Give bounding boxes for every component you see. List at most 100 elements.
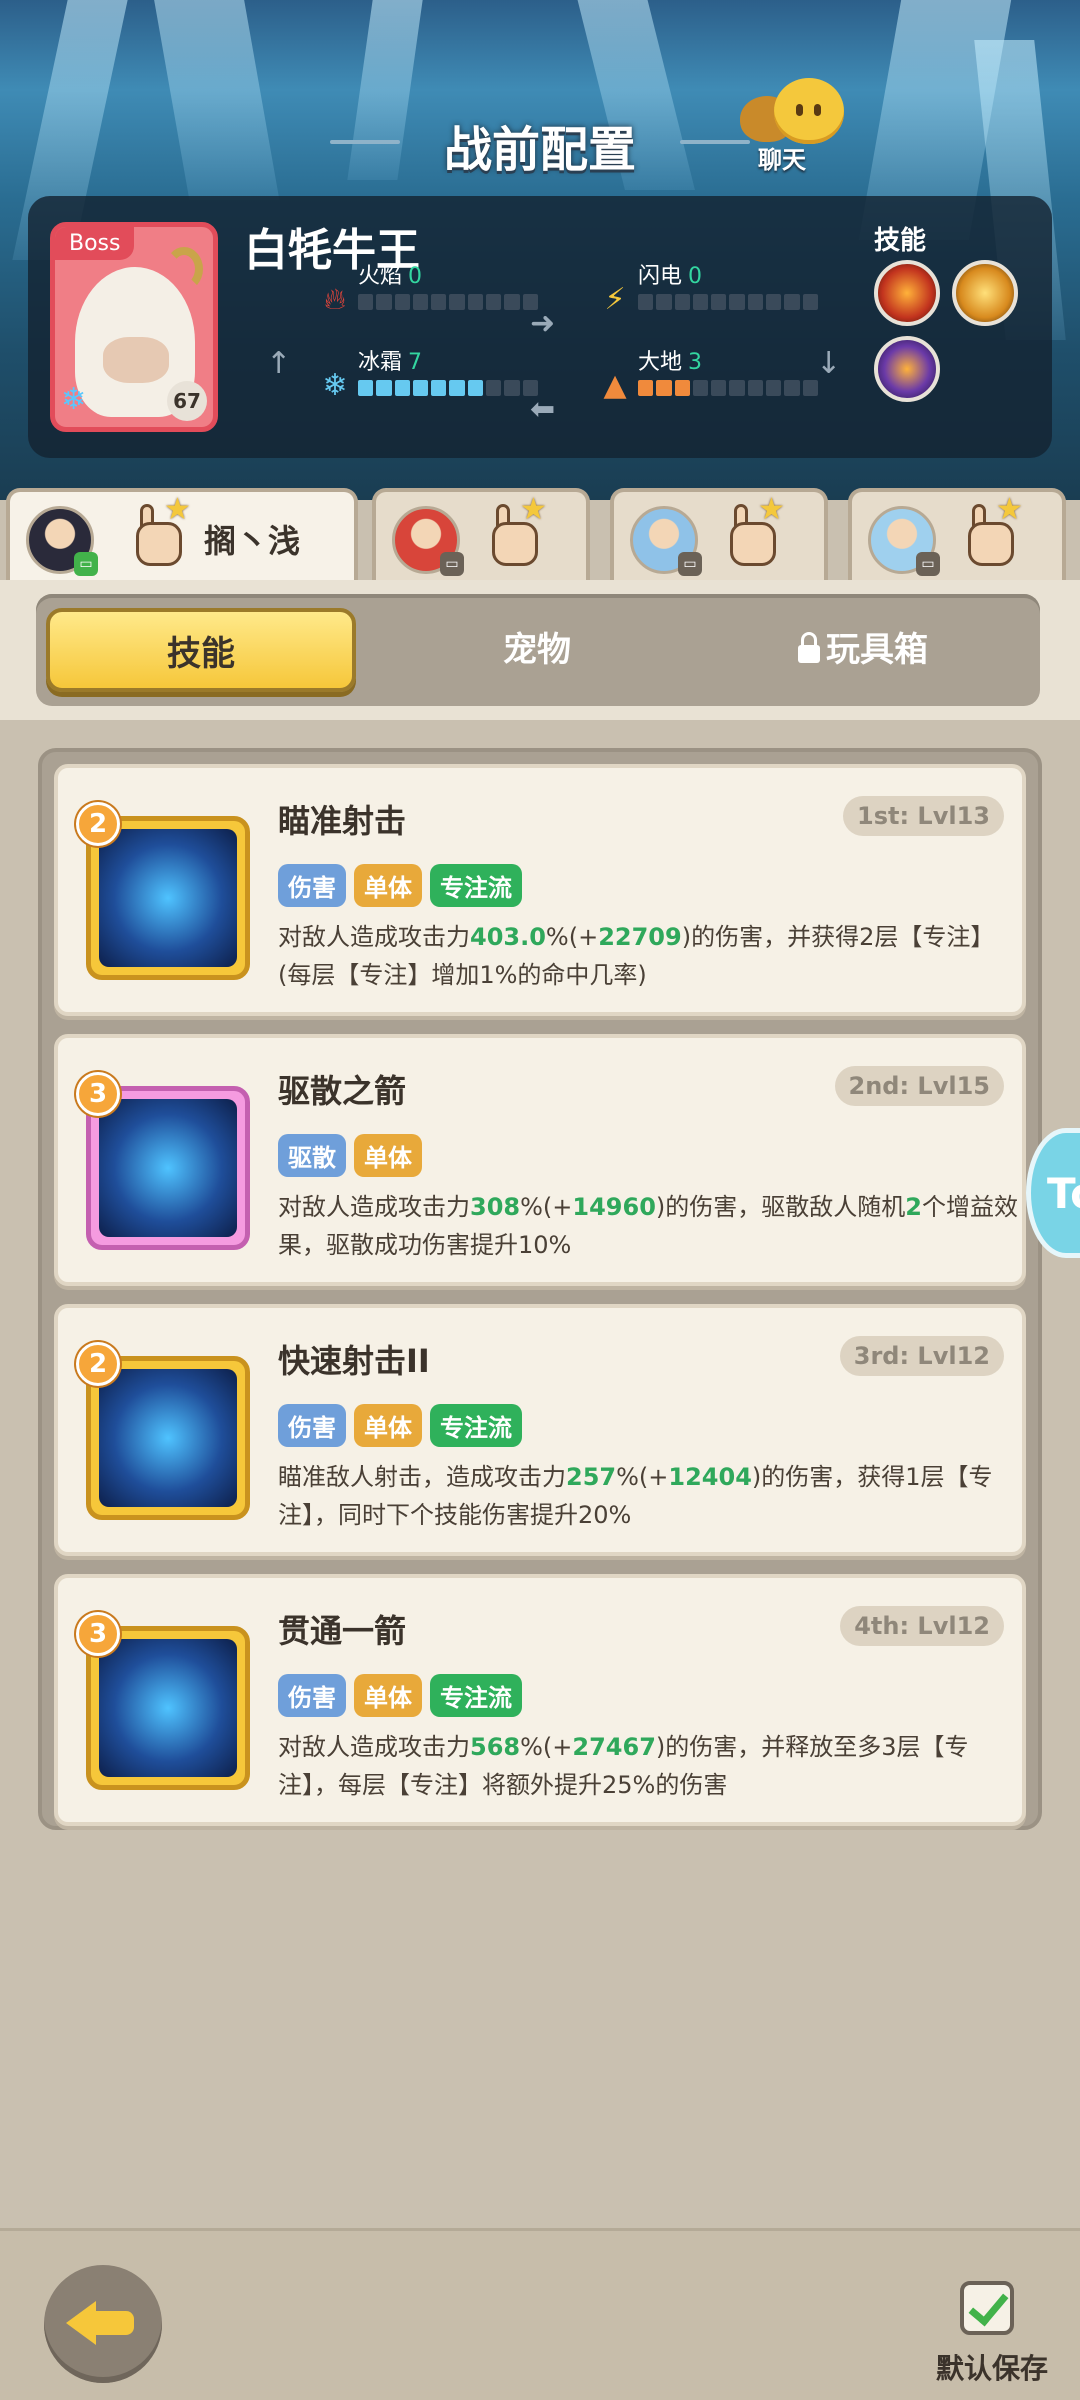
boss-face	[103, 337, 169, 383]
stat-bar-segment	[467, 294, 484, 310]
stat-bar-segment	[729, 294, 745, 310]
skill-card[interactable]: 2 快速射击II 3rd: Lvl12 伤害 单体 专注流 瞄准敌人射击，造成攻击力257%…	[54, 1304, 1026, 1556]
stat-bar-segment	[692, 380, 709, 396]
skill-tag: 单体	[354, 864, 422, 907]
skill-description-part: 14960	[572, 1193, 656, 1221]
skill-name: 瞄准射击	[278, 802, 407, 840]
skill-description-part: %(+	[520, 1193, 573, 1221]
skill-description-part: %(+	[520, 1733, 573, 1761]
boss-skill-shadow-icon[interactable]	[874, 336, 940, 402]
stat-bar-segment	[449, 380, 465, 396]
earth-icon: ▲	[603, 368, 627, 403]
skill-tag: 单体	[354, 1404, 422, 1447]
skill-art	[99, 1099, 237, 1237]
hand-star-icon: ★	[724, 492, 785, 568]
skill-tag: 专注流	[430, 1404, 522, 1447]
back-button[interactable]	[44, 2265, 162, 2383]
skill-card[interactable]: 3 驱散之箭 2nd: Lvl15 驱散 单体 对敌人造成攻击力308%(+14960)的…	[54, 1034, 1026, 1286]
stat-bar-segment	[486, 380, 502, 396]
hand-star-icon: ★	[962, 492, 1023, 568]
battle-scene-background: 战前配置 聊天 Boss ❄ 67 白牦牛王 🔥︎ 火焰 0 ⚡︎ 闪电 0 ❄…	[0, 0, 1080, 500]
hero-badge-icon: ▭	[74, 552, 98, 576]
hero-tab-2[interactable]: ▭ ★	[372, 488, 590, 584]
stat-bar-segment	[412, 380, 429, 396]
stat-bar-segment	[449, 294, 465, 310]
swap-arrow-icon: ⬅	[530, 392, 556, 427]
boss-info-panel: Boss ❄ 67 白牦牛王 🔥︎ 火焰 0 ⚡︎ 闪电 0 ❄ 冰霜 7 ▲ 大地 3	[28, 196, 1052, 458]
side-handle-label: To	[1047, 1169, 1080, 1218]
stat-value: 0	[688, 264, 703, 289]
stat-bar-segment	[504, 380, 520, 396]
skill-description-part: 瞄准敌人射击，造成攻击力	[278, 1463, 566, 1491]
skill-level-badge: 2nd: Lvl15	[834, 1066, 1004, 1106]
skill-tags: 伤害 单体 专注流	[278, 1404, 522, 1447]
skill-tag: 专注流	[430, 864, 522, 907]
stat-label: 火焰 0	[358, 264, 423, 289]
page-title: 战前配置	[443, 122, 636, 178]
stat-bar-segment	[784, 380, 800, 396]
stat-bar-segment	[376, 380, 392, 396]
skill-description-part: 403.0	[470, 923, 546, 951]
skill-art	[99, 1369, 237, 1507]
default-save-checkbox[interactable]	[960, 2281, 1014, 2335]
skill-art	[99, 1639, 237, 1777]
stat-bar-segment	[747, 380, 764, 396]
boss-skills-label: 技能	[874, 226, 927, 256]
chat-label: 聊天	[758, 146, 806, 174]
tab-toybox-label: 玩具箱	[826, 630, 928, 670]
stat-bar-segment	[656, 380, 672, 396]
stat-bar-segment	[467, 380, 484, 396]
tab-pets[interactable]: 宠物	[382, 608, 692, 692]
chat-button[interactable]: 聊天	[740, 78, 850, 178]
stat-bar-segment	[674, 380, 690, 396]
stat-value: 0	[408, 264, 423, 289]
skill-card[interactable]: 2 瞄准射击 1st: Lvl13 伤害 单体 专注流 对敌人造成攻击力403.0%(+22…	[54, 764, 1026, 1016]
stat-bar-segment	[431, 294, 447, 310]
stat-bar-segment	[802, 380, 818, 396]
skill-cost-badge: 3	[76, 1072, 120, 1116]
skill-tag: 伤害	[278, 864, 346, 907]
tab-skills[interactable]: 技能	[46, 608, 356, 692]
skill-tag: 单体	[354, 1674, 422, 1717]
hero-name: 搁丶浅	[204, 522, 301, 560]
hero-tab-1[interactable]: ▭ ★ 搁丶浅	[6, 488, 358, 588]
stat-bar-segment	[711, 380, 727, 396]
skill-name: 快速射击II	[278, 1342, 430, 1380]
skill-description: 对敌人造成攻击力308%(+14960)的伤害，驱散敌人随机2个增益效果，驱散成…	[278, 1188, 1018, 1264]
boss-level-badge: 67	[167, 381, 207, 421]
hero-tab-3[interactable]: ▭ ★	[610, 488, 828, 584]
skill-card[interactable]: 3 贯通一箭 4th: Lvl12 伤害 单体 专注流 对敌人造成攻击力568%(+2746…	[54, 1574, 1026, 1826]
chat-face-icon	[774, 78, 844, 144]
stat-bar-segment	[638, 380, 654, 396]
stat-bar-segment	[747, 294, 764, 310]
skill-name: 驱散之箭	[278, 1072, 407, 1110]
skill-description-part: %(+	[545, 923, 599, 951]
stat-label: 闪电 0	[638, 264, 703, 289]
boss-horn-icon	[165, 247, 203, 291]
skill-description-part: 308	[470, 1193, 521, 1221]
swap-arrow-icon: ↓	[816, 346, 842, 381]
boss-skill-claw-icon[interactable]	[952, 260, 1018, 326]
boss-skill-fire-icon[interactable]	[874, 260, 940, 326]
skill-tag: 伤害	[278, 1404, 346, 1447]
skill-list: 2 瞄准射击 1st: Lvl13 伤害 单体 专注流 对敌人造成攻击力403.0%(+22…	[38, 748, 1042, 1830]
stat-bar-segment	[412, 294, 429, 310]
skill-level-badge: 3rd: Lvl12	[839, 1336, 1004, 1376]
stat-bar-segment	[711, 294, 727, 310]
lock-icon	[798, 632, 820, 663]
stat-lightning: ⚡︎ 闪电 0	[598, 258, 858, 318]
stat-bar-segment	[692, 294, 709, 310]
back-arrow-icon	[66, 2301, 96, 2345]
lightning-icon: ⚡︎	[604, 282, 626, 317]
boss-portrait[interactable]: Boss ❄ 67	[50, 222, 218, 432]
stat-bar-segment	[431, 380, 447, 396]
skill-description-part: 568	[470, 1733, 521, 1761]
skill-tag: 单体	[354, 1134, 422, 1177]
skill-description-part: 对敌人造成攻击力	[278, 1193, 470, 1221]
category-tabs: 技能 宠物 玩具箱	[36, 594, 1040, 706]
hero-tab-4[interactable]: ▭ ★	[848, 488, 1066, 584]
skill-description-part: 257	[566, 1463, 617, 1491]
tab-toybox[interactable]: 玩具箱	[708, 608, 1018, 692]
stat-bar-segment	[674, 294, 690, 310]
skill-level-badge: 1st: Lvl13	[843, 796, 1004, 836]
